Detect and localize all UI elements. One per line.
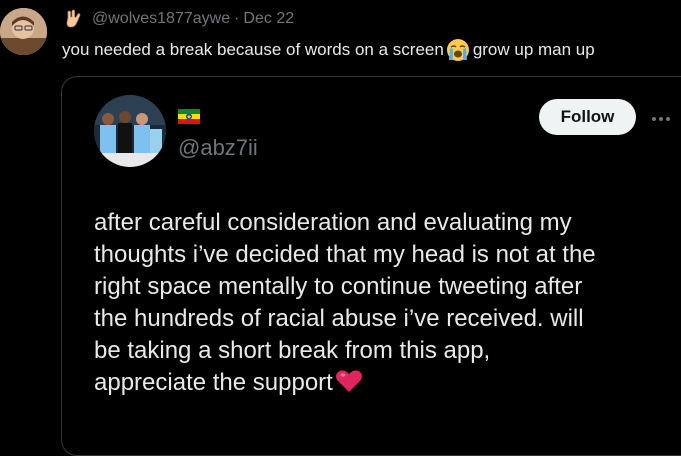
quoted-tweet-text: after careful consideration and evaluati… [94, 207, 681, 399]
quoted-text-line: be taking a short break from this app, [94, 337, 491, 364]
more-options-icon[interactable] [650, 111, 672, 121]
quoted-text-line: after careful consideration and evaluati… [94, 209, 572, 236]
red-heart-icon [335, 368, 363, 394]
reply-header: @wolves1877aywe · Dec 22 [62, 8, 294, 30]
quoted-text-line: thoughts i’ve decided that my head is no… [94, 241, 596, 268]
quoted-handle[interactable]: @abz7ii [178, 135, 258, 161]
quoted-text-line: the hundreds of racial abuse i’ve receiv… [94, 305, 584, 332]
quoted-tweet-card[interactable]: @abz7ii Follow after careful considerati… [61, 76, 681, 456]
reply-date[interactable]: Dec 22 [243, 10, 294, 28]
quoted-text-line: appreciate the support [94, 369, 333, 396]
ethiopia-flag-icon [178, 109, 200, 124]
reply-text-before: you needed a break because of words on a… [62, 40, 444, 59]
football-players-avatar[interactable] [94, 95, 166, 167]
profile-avatar[interactable] [0, 8, 47, 55]
loudly-crying-face-icon [446, 38, 470, 62]
reply-handle[interactable]: @wolves1877aywe [92, 10, 230, 28]
separator-dot: · [234, 10, 240, 27]
quoted-text-line: right space mentally to continue tweetin… [94, 273, 583, 300]
hand-gesture-icon [62, 8, 84, 30]
follow-button[interactable]: Follow [539, 99, 636, 135]
reply-text: you needed a break because of words on a… [62, 38, 595, 62]
reply-text-after: grow up man up [472, 40, 595, 59]
quoted-text-last-line: appreciate the support [94, 367, 681, 399]
